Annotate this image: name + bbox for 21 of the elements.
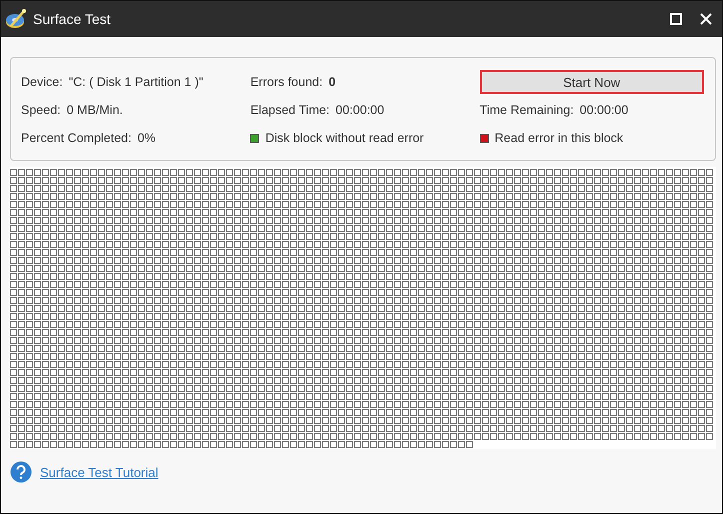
info-label: Errors found: <box>250 75 323 89</box>
help-icon[interactable] <box>10 461 32 483</box>
maximize-icon <box>670 13 682 25</box>
info-value: 0 <box>328 75 336 89</box>
info-value: 0 MB/Min. <box>66 103 123 117</box>
info-value: 00:00:00 <box>580 103 628 117</box>
legend-label: Disk block without read error <box>265 131 424 145</box>
info-label: Percent Completed: <box>21 131 132 145</box>
info-label: Time Remaining: <box>480 103 574 117</box>
disk-wand-icon <box>5 8 27 30</box>
info-value: 0% <box>137 131 156 145</box>
info-value: "C: ( Disk 1 Partition 1 )" <box>68 75 204 89</box>
start-now-button[interactable]: Start Now <box>480 70 704 94</box>
tutorial-link[interactable]: Surface Test Tutorial <box>40 464 158 480</box>
legend-label: Read error in this block <box>494 131 624 145</box>
info-label: Speed: <box>21 103 61 117</box>
window-title: Surface Test <box>33 11 111 27</box>
close-icon <box>700 13 712 25</box>
info-value: 00:00:00 <box>336 103 384 117</box>
info-label: Elapsed Time: <box>250 103 330 117</box>
info-label: Device: <box>21 75 63 89</box>
